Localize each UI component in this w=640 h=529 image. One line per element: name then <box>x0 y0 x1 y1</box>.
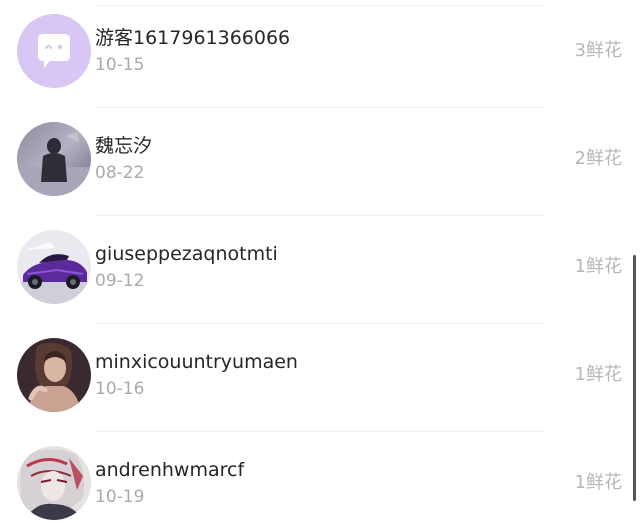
gift-date: 08-22 <box>95 163 145 183</box>
avatar[interactable] <box>17 230 91 304</box>
gift-date: 10-19 <box>95 487 145 507</box>
avatar[interactable] <box>17 446 91 520</box>
avatar[interactable] <box>17 338 91 412</box>
avatar[interactable] <box>17 122 91 196</box>
user-photo <box>17 338 91 412</box>
gift-ranking-list: 游客1617961366066 10-15 3鲜花 魏忘汐 08-22 2鲜花 … <box>0 0 640 529</box>
user-photo <box>17 122 91 196</box>
avatar[interactable] <box>17 14 91 88</box>
list-item[interactable]: giuseppezaqnotmti 09-12 1鲜花 <box>0 216 640 324</box>
user-name: minxicouuntryumaen <box>95 351 298 373</box>
user-name: giuseppezaqnotmti <box>95 243 278 265</box>
user-photo <box>17 446 91 520</box>
list-item[interactable]: 魏忘汐 08-22 2鲜花 <box>0 108 640 216</box>
chat-bubble-icon <box>17 14 91 88</box>
car-photo <box>17 230 91 304</box>
list-item[interactable]: 游客1617961366066 10-15 3鲜花 <box>0 0 640 108</box>
flower-count: 1鲜花 <box>574 256 622 277</box>
flower-count: 1鲜花 <box>574 472 622 493</box>
list-item[interactable]: minxicouuntryumaen 10-16 1鲜花 <box>0 324 640 432</box>
flower-count: 1鲜花 <box>574 364 622 385</box>
gift-date: 10-15 <box>95 55 145 75</box>
scrollbar[interactable] <box>633 255 636 501</box>
user-name: andrenhwmarcf <box>95 459 245 481</box>
list-item[interactable]: andrenhwmarcf 10-19 1鲜花 <box>0 432 640 529</box>
gift-date: 09-12 <box>95 271 145 291</box>
user-name: 魏忘汐 <box>95 135 153 157</box>
gift-date: 10-16 <box>95 379 145 399</box>
flower-count: 3鲜花 <box>574 40 622 61</box>
user-name: 游客1617961366066 <box>95 27 291 49</box>
flower-count: 2鲜花 <box>574 148 622 169</box>
